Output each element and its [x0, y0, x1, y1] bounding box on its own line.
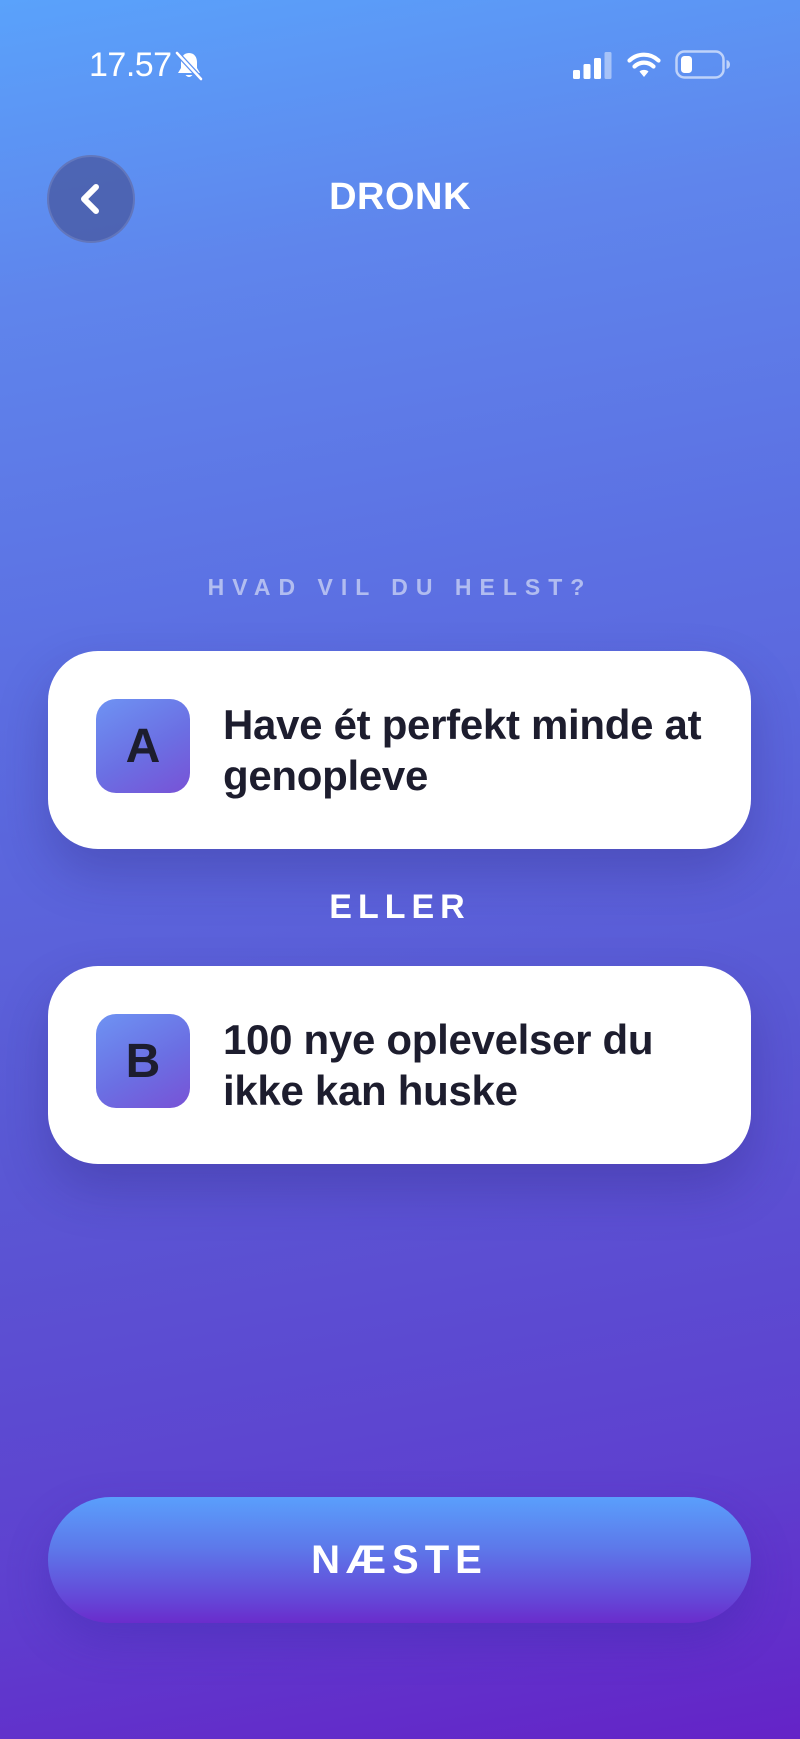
battery-icon	[675, 50, 730, 79]
page-title: DRONK	[329, 176, 471, 218]
option-a-card[interactable]: A Have ét perfekt minde at genopleve	[48, 651, 751, 849]
signal-icon	[573, 52, 612, 79]
next-button[interactable]: NÆSTE	[48, 1497, 751, 1623]
option-a-text: Have ét perfekt minde at genopleve	[223, 701, 702, 799]
option-b-text: 100 nye oplevelser du ikke kan huske	[223, 1016, 654, 1114]
option-a-letter: A	[96, 699, 190, 793]
bell-slash-icon	[174, 50, 204, 82]
question-label: HVAD VIL DU HELST?	[207, 574, 593, 600]
wifi-icon	[627, 52, 661, 77]
status-time: 17.57	[89, 46, 172, 84]
option-b-card[interactable]: B 100 nye oplevelser du ikke kan huske	[48, 966, 751, 1164]
or-separator: ELLER	[329, 888, 471, 926]
option-b-letter: B	[96, 1014, 190, 1108]
